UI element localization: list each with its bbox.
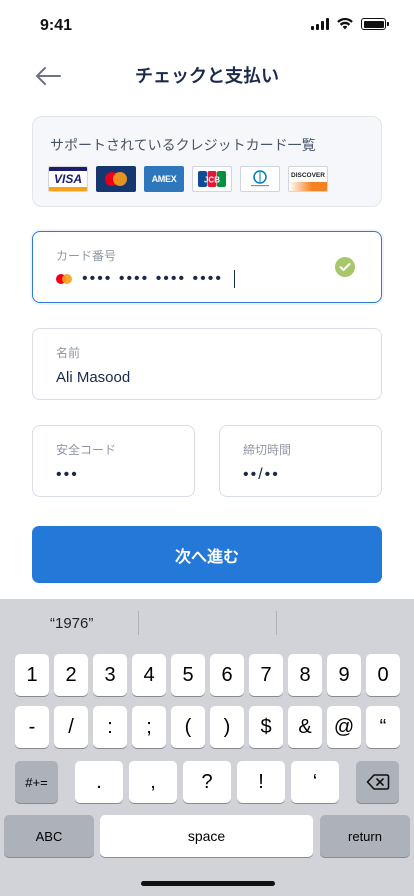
space-key[interactable]: space [100, 815, 313, 857]
next-button[interactable]: 次へ進む [32, 526, 382, 583]
wifi-icon [337, 18, 353, 30]
status-icons [311, 18, 389, 30]
suggestion-bar: “1976” [0, 599, 414, 647]
card-number-label: カード番号 [56, 249, 117, 263]
key-exclamation[interactable]: ! [237, 761, 285, 803]
keyboard: “1976” 1 2 3 4 5 6 7 8 9 0 - / : ; ( ) $… [0, 599, 414, 896]
key-comma[interactable]: , [129, 761, 177, 803]
security-code-field[interactable]: 安全コード ••• [32, 425, 195, 497]
home-indicator [141, 881, 275, 886]
key-8[interactable]: 8 [288, 654, 322, 696]
abc-key[interactable]: ABC [4, 815, 94, 857]
key-slash[interactable]: / [54, 706, 88, 748]
key-open-paren[interactable]: ( [171, 706, 205, 748]
suggestion-item[interactable] [138, 599, 276, 647]
name-field[interactable]: 名前 Ali Masood [32, 328, 382, 400]
diners-club-logo [240, 166, 280, 192]
backspace-icon [366, 774, 389, 790]
card-number-field[interactable]: カード番号 •••• •••• •••• •••• [32, 231, 382, 303]
key-at[interactable]: @ [327, 706, 361, 748]
visa-logo: VISA [48, 166, 88, 192]
card-number-value-row: •••• •••• •••• •••• [56, 270, 236, 288]
key-7[interactable]: 7 [249, 654, 283, 696]
security-code-label: 安全コード [56, 443, 117, 457]
name-label: 名前 [56, 346, 81, 360]
supported-cards-title: サポートされているクレジットカード一覧 [50, 137, 316, 153]
valid-check-icon [335, 257, 355, 277]
page-title: チェックと支払い [135, 66, 279, 86]
mastercard-logo [96, 166, 136, 192]
key-3[interactable]: 3 [93, 654, 127, 696]
key-hyphen[interactable]: - [15, 706, 49, 748]
backspace-key[interactable] [356, 761, 399, 803]
expiry-field[interactable]: 締切時間 ••/•• [219, 425, 382, 497]
key-5[interactable]: 5 [171, 654, 205, 696]
key-quote[interactable]: “ [366, 706, 400, 748]
discover-logo: DISCOVER [288, 166, 328, 192]
expiry-value: ••/•• [243, 466, 280, 483]
name-value: Ali Masood [56, 369, 131, 386]
card-logos: VISA AMEX JCB DISCOVER [48, 166, 328, 192]
amex-logo: AMEX [144, 166, 184, 192]
key-more-symbols[interactable]: #+= [15, 761, 58, 803]
key-semicolon[interactable]: ; [132, 706, 166, 748]
svg-text:JCB: JCB [204, 176, 220, 185]
mastercard-mini-icon [56, 274, 72, 284]
key-question[interactable]: ? [183, 761, 231, 803]
battery-icon [361, 18, 389, 30]
expiry-label: 締切時間 [243, 443, 292, 457]
status-time: 9:41 [40, 17, 73, 34]
key-1[interactable]: 1 [15, 654, 49, 696]
key-9[interactable]: 9 [327, 654, 361, 696]
jcb-logo: JCB [192, 166, 232, 192]
key-period[interactable]: . [75, 761, 123, 803]
supported-cards-panel: サポートされているクレジットカード一覧 VISA AMEX JCB DISCOV… [32, 116, 382, 207]
security-code-value: ••• [56, 466, 79, 483]
return-key[interactable]: return [320, 815, 410, 857]
card-number-value: •••• •••• •••• •••• [82, 270, 223, 287]
key-0[interactable]: 0 [366, 654, 400, 696]
key-6[interactable]: 6 [210, 654, 244, 696]
text-cursor [233, 270, 236, 288]
key-dollar[interactable]: $ [249, 706, 283, 748]
suggestion-item[interactable]: “1976” [0, 599, 138, 647]
key-ampersand[interactable]: & [288, 706, 322, 748]
key-2[interactable]: 2 [54, 654, 88, 696]
key-colon[interactable]: : [93, 706, 127, 748]
key-apostrophe[interactable]: ‘ [291, 761, 339, 803]
key-close-paren[interactable]: ) [210, 706, 244, 748]
suggestion-item[interactable] [276, 599, 414, 647]
key-4[interactable]: 4 [132, 654, 166, 696]
signal-icon [311, 18, 329, 30]
status-bar: 9:41 [0, 0, 414, 48]
